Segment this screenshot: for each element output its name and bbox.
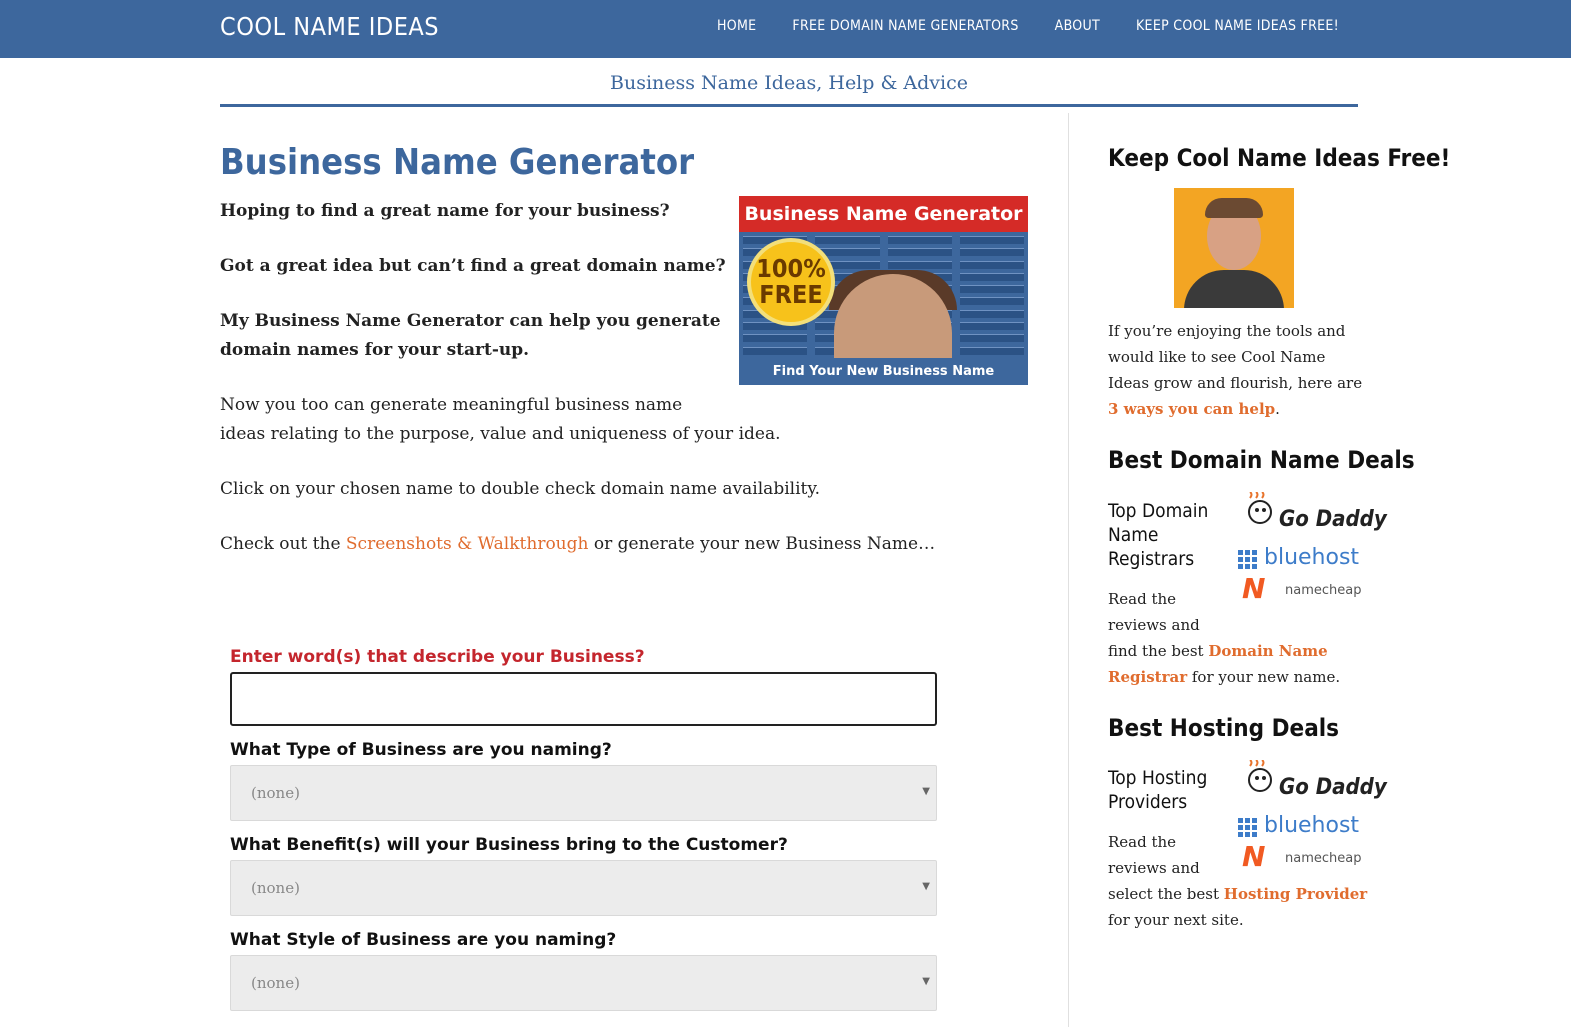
promo-title: Business Name Generator [739, 196, 1028, 232]
business-benefit-label: What Benefit(s) will your Business bring… [230, 835, 788, 855]
domain-sub-line-2: Name [1108, 524, 1159, 546]
site-tagline: Business Name Ideas, Help & Advice [610, 72, 968, 94]
site-logo[interactable]: COOL NAME IDEAS [220, 12, 439, 41]
promo-cta: Find Your New Business Name [739, 358, 1028, 385]
business-style-select[interactable]: (none) ▼ [230, 955, 937, 1011]
hosting-deals-title: Best Hosting Deals [1108, 714, 1340, 742]
intro-line-6-after: or generate your new Business Name… [588, 534, 936, 554]
nav-free-domain-name-generators[interactable]: FREE DOMAIN NAME GENERATORS [792, 18, 1018, 34]
hosting-sub-line-1: Top Hosting [1108, 767, 1208, 789]
domain-p-line-1: Read the [1108, 590, 1177, 608]
business-style-value: (none) [251, 974, 300, 992]
business-type-select[interactable]: (none) ▼ [230, 765, 937, 821]
keep-free-title: Keep Cool Name Ideas Free! [1108, 144, 1451, 172]
business-benefit-select[interactable]: (none) ▼ [230, 860, 937, 916]
ways-to-help-link[interactable]: 3 ways you can help [1108, 400, 1275, 418]
sidebar-divider [1068, 113, 1069, 1027]
domain-p-line-4: Registrar for your new name. [1108, 668, 1341, 686]
bluehost-logo-icon [1238, 550, 1257, 569]
intro-line-6: Check out the Screenshots & Walkthrough … [220, 530, 935, 559]
hosting-p-line-4: for your next site. [1108, 911, 1244, 929]
author-avatar [1174, 188, 1294, 308]
promo-banner[interactable]: Business Name Generator 100% FREE Find Y… [739, 196, 1028, 385]
nav-home[interactable]: HOME [717, 18, 756, 34]
intro-line-5: Click on your chosen name to double chec… [220, 479, 821, 499]
intro-line-3a: My Business Name Generator can help you … [220, 311, 721, 331]
hosting-sub-line-2: Providers [1108, 791, 1188, 813]
bluehost-logo-hosting[interactable]: bluehost [1264, 813, 1359, 838]
business-type-value: (none) [251, 784, 300, 802]
hosting-p-line-2: reviews and [1108, 859, 1200, 877]
keep-free-line-1: If you’re enjoying the tools and [1108, 322, 1346, 340]
keywords-input[interactable] [230, 672, 937, 726]
intro-line-3b: domain names for your start-up. [220, 340, 530, 360]
namecheap-logo-hosting[interactable]: namecheap [1285, 851, 1361, 866]
top-navbar: COOL NAME IDEAS HOME FREE DOMAIN NAME GE… [0, 0, 1571, 58]
domain-sub-line-1: Top Domain [1108, 500, 1209, 522]
intro-question-1: Hoping to find a great name for your bus… [220, 201, 670, 221]
business-type-label: What Type of Business are you naming? [230, 740, 612, 760]
keywords-label: Enter word(s) that describe your Busines… [230, 647, 645, 667]
nav-keep-free[interactable]: KEEP COOL NAME IDEAS FREE! [1136, 18, 1339, 34]
namecheap-logo[interactable]: namecheap [1285, 583, 1361, 598]
bluehost-logo[interactable]: bluehost [1264, 545, 1359, 570]
intro-line-6-before: Check out the [220, 534, 346, 554]
domain-p-line-2: reviews and [1108, 616, 1200, 634]
business-style-label: What Style of Business are you naming? [230, 930, 617, 950]
business-benefit-value: (none) [251, 879, 300, 897]
page-title: Business Name Generator [220, 142, 695, 183]
chevron-down-icon: ▼ [922, 786, 930, 797]
main-nav: HOME FREE DOMAIN NAME GENERATORS ABOUT K… [717, 18, 1339, 34]
domain-p-line-3: find the best Domain Name [1108, 642, 1328, 660]
intro-line-4a: Now you too can generate meaningful busi… [220, 395, 683, 415]
free-badge-percent: 100% [756, 254, 826, 283]
free-badge-text: FREE [759, 280, 823, 309]
hosting-p-line-3: select the best Hosting Provider [1108, 885, 1368, 903]
godaddy-logo[interactable]: Go Daddy [1279, 507, 1387, 532]
domain-registrar-link-2[interactable]: Registrar [1108, 668, 1187, 686]
intro-line-4b: ideas relating to the purpose, value and… [220, 424, 781, 444]
namecheap-logo-icon: N [1242, 572, 1266, 605]
domain-sub-line-3: Registrars [1108, 548, 1195, 570]
godaddy-logo-icon [1246, 491, 1276, 526]
keep-free-line-3: Ideas grow and flourish, here are [1108, 374, 1363, 392]
screenshots-walkthrough-link[interactable]: Screenshots & Walkthrough [346, 534, 589, 554]
chevron-down-icon: ▼ [922, 976, 930, 987]
hosting-provider-link[interactable]: Hosting Provider [1224, 885, 1367, 903]
free-badge: 100% FREE [747, 238, 835, 326]
godaddy-logo-hosting[interactable]: Go Daddy [1279, 775, 1387, 800]
keep-free-line-4: 3 ways you can help. [1108, 400, 1280, 418]
nav-about[interactable]: ABOUT [1055, 18, 1100, 34]
keep-free-line-2: would like to see Cool Name [1108, 348, 1326, 366]
domain-registrar-link-1[interactable]: Domain Name [1208, 642, 1327, 660]
domain-deals-title: Best Domain Name Deals [1108, 446, 1415, 474]
godaddy-logo-icon [1246, 759, 1276, 794]
hosting-p-line-1: Read the [1108, 833, 1177, 851]
namecheap-logo-icon: N [1242, 840, 1266, 873]
chevron-down-icon: ▼ [922, 881, 930, 892]
tagline-divider [220, 104, 1358, 107]
intro-question-2: Got a great idea but can’t find a great … [220, 256, 726, 276]
bluehost-logo-icon [1238, 818, 1257, 837]
